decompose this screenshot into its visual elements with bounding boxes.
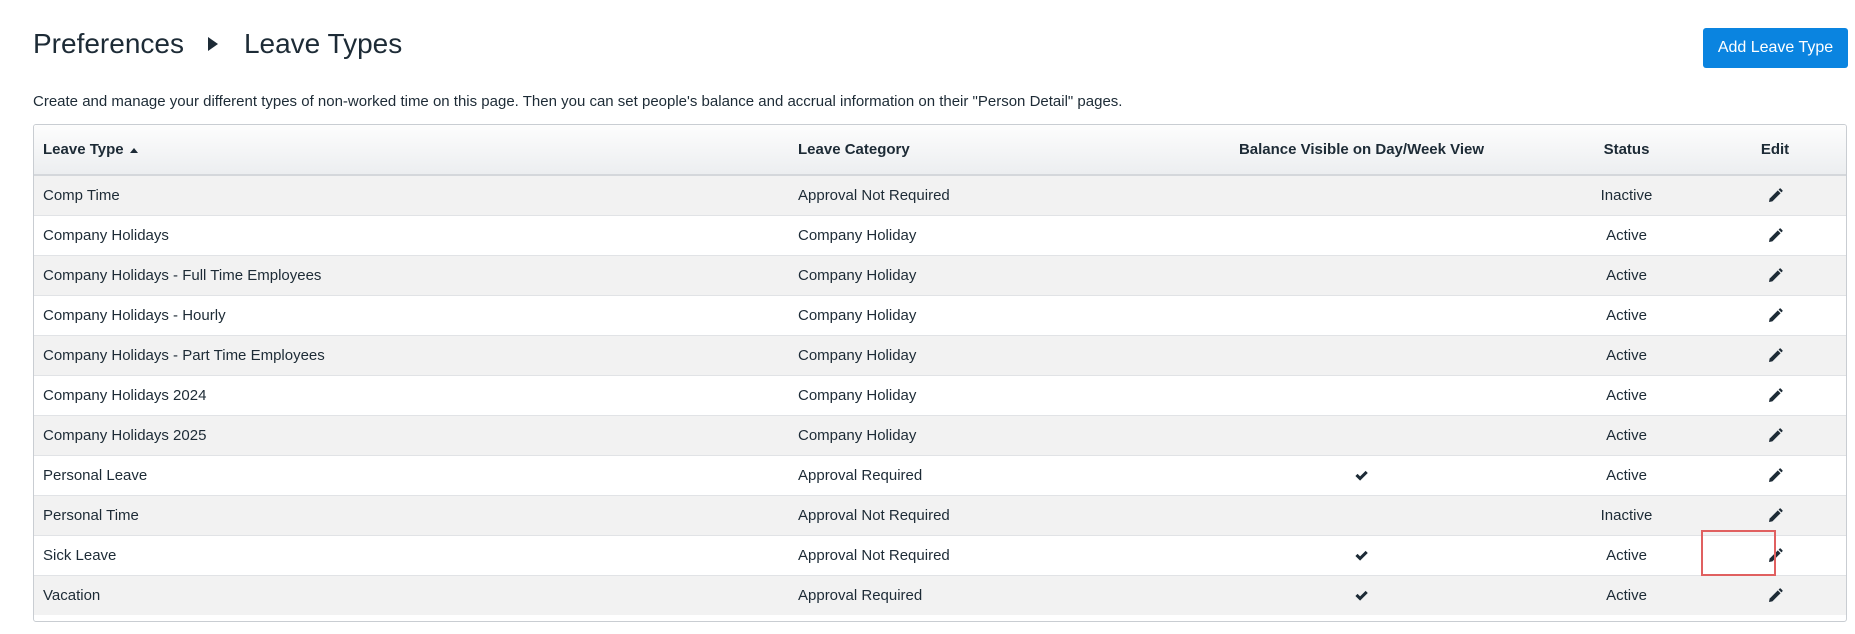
edit-cell: [1702, 454, 1846, 495]
balance-visible-cell: [1172, 374, 1551, 415]
column-header-leave-type[interactable]: Leave Type: [34, 125, 789, 176]
pencil-icon[interactable]: [1767, 547, 1783, 564]
balance-visible-cell: [1172, 414, 1551, 455]
leave-category-cell: Approval Required: [789, 454, 1172, 495]
balance-visible-cell: [1172, 534, 1551, 575]
leave-type-cell: Personal Time: [34, 494, 789, 535]
leave-type-cell: Comp Time: [34, 174, 789, 215]
checkmark-icon: [1354, 588, 1369, 603]
pencil-icon[interactable]: [1767, 347, 1783, 364]
table-row: Company Holidays 2025 Company Holiday Acti…: [34, 414, 1846, 455]
pencil-icon[interactable]: [1767, 227, 1783, 244]
balance-visible-cell: [1172, 574, 1551, 615]
table-row: Personal Leave Approval Required Active: [34, 454, 1846, 495]
balance-visible-cell: [1172, 334, 1551, 375]
edit-cell: [1702, 294, 1846, 335]
table-row: Company Holidays Company Holiday Active: [34, 214, 1846, 255]
leave-category-cell: Company Holiday: [789, 414, 1172, 455]
balance-visible-cell: [1172, 454, 1551, 495]
leave-category-cell: Company Holiday: [789, 254, 1172, 295]
edit-cell: [1702, 374, 1846, 415]
edit-cell: [1702, 534, 1846, 575]
table-row: Company Holidays 2024 Company Holiday Acti…: [34, 374, 1846, 415]
balance-visible-cell: [1172, 294, 1551, 335]
table-row: Company Holidays - Hourly Company Holiday…: [34, 294, 1846, 335]
edit-cell: [1702, 254, 1846, 295]
table-row: Company Holidays - Full Time Employees Co…: [34, 254, 1846, 295]
leave-type-cell: Company Holidays: [34, 214, 789, 255]
pencil-icon[interactable]: [1767, 467, 1783, 484]
edit-cell: [1702, 214, 1846, 255]
table-row: Personal Time Approval Not Required Inacti…: [34, 494, 1846, 535]
pencil-icon[interactable]: [1767, 188, 1783, 204]
column-header-balance-visible[interactable]: Balance Visible on Day/Week View: [1172, 125, 1551, 176]
checkmark-icon: [1354, 548, 1369, 563]
pencil-icon[interactable]: [1767, 588, 1783, 604]
status-cell: Inactive: [1551, 494, 1702, 535]
leave-types-table: Leave Type Leave Category Balance Visibl…: [33, 124, 1847, 622]
column-header-status[interactable]: Status: [1551, 125, 1702, 176]
status-cell: Active: [1551, 374, 1702, 415]
status-cell: Active: [1551, 294, 1702, 335]
page-description: Create and manage your different types o…: [33, 93, 1123, 110]
table-row: Sick Leave Approval Not Required Active: [34, 534, 1846, 575]
leave-category-cell: Company Holiday: [789, 334, 1172, 375]
status-cell: Active: [1551, 334, 1702, 375]
leave-type-cell: Company Holidays - Full Time Employees: [34, 254, 789, 295]
edit-cell: [1702, 334, 1846, 375]
table-row: Comp Time Approval Not Required Inactive: [34, 174, 1846, 215]
leave-type-cell: Personal Leave: [34, 454, 789, 495]
leave-type-cell: Company Holidays - Part Time Employees: [34, 334, 789, 375]
balance-visible-cell: [1172, 494, 1551, 535]
edit-cell: [1702, 174, 1846, 215]
table-row: Company Holidays - Part Time Employees Co…: [34, 334, 1846, 375]
leave-type-cell: Company Holidays 2024: [34, 374, 789, 415]
leave-type-cell: Company Holidays 2025: [34, 414, 789, 455]
balance-visible-cell: [1172, 254, 1551, 295]
leave-type-cell: Company Holidays - Hourly: [34, 294, 789, 335]
balance-visible-cell: [1172, 174, 1551, 215]
breadcrumb-preferences[interactable]: Preferences: [33, 28, 184, 60]
pencil-icon[interactable]: [1767, 307, 1783, 324]
status-cell: Active: [1551, 454, 1702, 495]
leave-category-cell: Approval Not Required: [789, 534, 1172, 575]
pencil-icon[interactable]: [1767, 267, 1783, 284]
pencil-icon[interactable]: [1767, 507, 1783, 524]
table-row: Vacation Approval Required Active: [34, 574, 1846, 615]
status-cell: Active: [1551, 414, 1702, 455]
column-header-edit: Edit: [1702, 125, 1846, 176]
edit-cell: [1702, 574, 1846, 615]
leave-category-cell: Company Holiday: [789, 374, 1172, 415]
sort-up-icon: [129, 147, 138, 153]
page-title: Leave Types: [243, 28, 403, 59]
checkmark-icon: [1354, 468, 1369, 483]
leave-category-cell: Company Holiday: [789, 214, 1172, 255]
leave-category-cell: Approval Not Required: [789, 494, 1172, 535]
breadcrumb: Preferences Leave Types: [33, 28, 402, 60]
leave-category-cell: Company Holiday: [789, 294, 1172, 335]
status-cell: Active: [1551, 214, 1702, 255]
status-cell: Active: [1551, 254, 1702, 295]
status-cell: Active: [1551, 574, 1702, 615]
leave-type-cell: Vacation: [34, 574, 789, 615]
leave-category-cell: Approval Required: [789, 574, 1172, 615]
leave-type-cell: Sick Leave: [34, 534, 789, 575]
balance-visible-cell: [1172, 214, 1551, 255]
pencil-icon[interactable]: [1767, 427, 1783, 444]
pencil-icon[interactable]: [1767, 387, 1783, 404]
table-header-row: Leave Type Leave Category Balance Visibl…: [34, 125, 1846, 176]
column-header-label: Leave Type: [43, 141, 124, 158]
add-leave-type-button[interactable]: Add Leave Type: [1703, 28, 1848, 68]
leave-types-page: Preferences Leave Types Add Leave Type C…: [0, 0, 1855, 634]
status-cell: Inactive: [1551, 174, 1702, 215]
leave-category-cell: Approval Not Required: [789, 174, 1172, 215]
column-header-leave-category[interactable]: Leave Category: [789, 125, 1172, 176]
triangle-right-icon: [207, 37, 218, 51]
status-cell: Active: [1551, 534, 1702, 575]
edit-cell: [1702, 414, 1846, 455]
edit-cell: [1702, 494, 1846, 535]
